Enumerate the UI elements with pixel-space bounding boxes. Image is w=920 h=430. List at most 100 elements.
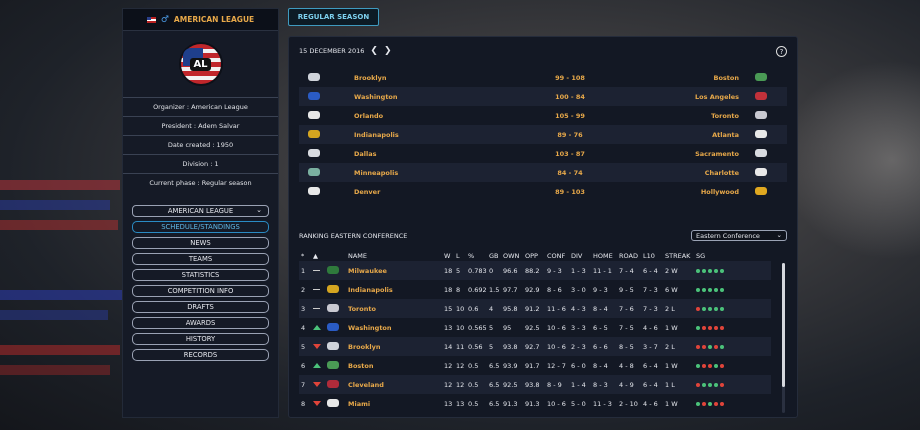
streak-cell: 1 W	[665, 361, 678, 370]
header-name[interactable]: NAME	[348, 252, 444, 260]
away-team-name[interactable]: Boston	[630, 74, 755, 82]
conference-select[interactable]: Eastern Conference ⌄	[691, 230, 787, 241]
home-team-name[interactable]: Brooklyn	[330, 74, 510, 82]
nav-news-button[interactable]: NEWS	[132, 237, 269, 249]
own-cell: 96.6	[503, 266, 518, 275]
away-team-name[interactable]: Toronto	[630, 112, 755, 120]
away-team-name[interactable]: Charlotte	[630, 169, 755, 177]
road-cell: 2 - 10	[619, 399, 638, 408]
game-row[interactable]: Denver 89 - 103 Hollywood	[299, 182, 787, 201]
table-row[interactable]: 4 Washington 13 10 0.565 5 95 92.5 10 - 6 3 - 3 6 …	[299, 318, 771, 337]
loss-dot-icon	[708, 325, 712, 330]
own-cell: 95	[503, 323, 512, 332]
header-div[interactable]: DIV	[571, 252, 593, 260]
nav-schedule-standings-button[interactable]: SCHEDULE/STANDINGS	[132, 221, 269, 233]
away-team-name[interactable]: Atlanta	[630, 131, 755, 139]
nav-records-button[interactable]: RECORDS	[132, 349, 269, 361]
home-team-name[interactable]: Indianapolis	[330, 131, 510, 139]
table-row[interactable]: 1 Milwaukee 18 5 0.783 0 96.6 88.2 9 - 3 1 - 3 11 …	[299, 261, 771, 280]
nav-statistics-button[interactable]: STATISTICS	[132, 269, 269, 281]
game-score[interactable]: 103 - 87	[510, 150, 630, 158]
nav-teams-button[interactable]: TEAMS	[132, 253, 269, 265]
header-own[interactable]: OWN	[503, 252, 525, 260]
table-row[interactable]: 8 Miami 13 13 0.5 6.5 91.3 91.3 10 - 65 - 0 11 - …	[299, 394, 771, 413]
header-home[interactable]: HOME	[593, 252, 619, 260]
table-row[interactable]: 3 Toronto 15 10 0.6 4 95.8 91.2 11 - 6 4 - 3 8 - 4…	[299, 299, 771, 318]
header-conf[interactable]: CONF	[547, 252, 571, 260]
header-l10[interactable]: L10	[643, 252, 665, 260]
help-icon[interactable]: ?	[776, 46, 787, 57]
team-name-cell[interactable]: Indianapolis	[348, 286, 444, 294]
team-name-cell[interactable]: Brooklyn	[348, 343, 444, 351]
away-team-logo-icon	[755, 129, 775, 140]
game-row[interactable]: Washington 100 - 84 Los Angeles	[299, 87, 787, 106]
game-score[interactable]: 84 - 74	[510, 169, 630, 177]
away-team-logo-icon	[755, 72, 775, 83]
home-team-name[interactable]: Washington	[330, 93, 510, 101]
game-score[interactable]: 105 - 99	[510, 112, 630, 120]
header-w[interactable]: W	[444, 252, 456, 260]
header-rank[interactable]: *	[299, 252, 313, 260]
nav-history-button[interactable]: HISTORY	[132, 333, 269, 345]
away-team-name[interactable]: Hollywood	[630, 188, 755, 196]
loss-dot-icon	[702, 325, 706, 330]
header-streak[interactable]: STREAK	[665, 252, 696, 260]
nav-competition-info-button[interactable]: COMPETITION INFO	[132, 285, 269, 297]
game-row[interactable]: Dallas 103 - 87 Sacramento	[299, 144, 787, 163]
game-row[interactable]: Brooklyn 99 - 108 Boston	[299, 68, 787, 87]
regular-season-tab[interactable]: REGULAR SEASON	[288, 8, 379, 26]
team-name-cell[interactable]: Miami	[348, 400, 444, 408]
game-row[interactable]: Minneapolis 84 - 74 Charlotte	[299, 163, 787, 182]
team-name-cell[interactable]: Cleveland	[348, 381, 444, 389]
header-sg[interactable]: SG	[696, 252, 736, 260]
rank-cell: 1	[301, 266, 306, 275]
home-team-name[interactable]: Orlando	[330, 112, 510, 120]
league-select[interactable]: AMERICAN LEAGUE ⌄	[132, 205, 269, 217]
table-row[interactable]: 2 Indianapolis 18 8 0.692 1.5 97.7 92.9 8 - 6 3 -…	[299, 280, 771, 299]
opp-cell: 92.5	[525, 323, 540, 332]
w-cell: 12	[444, 380, 453, 389]
table-row[interactable]: 6 Boston 12 12 0.5 6.5 93.9 91.7 12 - 76 - 08 - …	[299, 356, 771, 375]
header-road[interactable]: ROAD	[619, 252, 643, 260]
current-date: 15 DECEMBER 2016	[299, 47, 365, 55]
team-name-cell[interactable]: Milwaukee	[348, 267, 444, 275]
header-gb[interactable]: GB	[489, 252, 503, 260]
game-score[interactable]: 99 - 108	[510, 74, 630, 82]
table-row[interactable]: 5 Brooklyn 14 11 0.56 5 93.8 92.7 10 - 6 2 - 3 6 -…	[299, 337, 771, 356]
team-logo-icon	[327, 360, 348, 371]
home-team-name[interactable]: Denver	[330, 188, 510, 196]
standings-scrollbar[interactable]	[782, 263, 785, 413]
opp-cell: 91.2	[525, 304, 540, 313]
game-score[interactable]: 89 - 103	[510, 188, 630, 196]
previous-day-arrow-icon[interactable]: ❮	[370, 46, 378, 56]
gb-cell: 6.5	[489, 399, 500, 408]
pct-cell: 0.56	[468, 342, 483, 351]
team-name-cell[interactable]: Washington	[348, 324, 444, 332]
win-dot-icon	[720, 268, 724, 273]
chevron-down-icon: ⌄	[256, 206, 262, 214]
conf-cell: 10 - 6	[547, 342, 566, 351]
nav-drafts-button[interactable]: DRAFTS	[132, 301, 269, 313]
header-opp[interactable]: OPP	[525, 252, 547, 260]
home-team-name[interactable]: Dallas	[330, 150, 510, 158]
scrollbar-thumb[interactable]	[782, 263, 785, 387]
home-team-name[interactable]: Minneapolis	[330, 169, 510, 177]
game-row[interactable]: Indianapolis 89 - 76 Atlanta	[299, 125, 787, 144]
game-row[interactable]: Orlando 105 - 99 Toronto	[299, 106, 787, 125]
l-cell: 12	[456, 380, 465, 389]
nav-awards-button[interactable]: AWARDS	[132, 317, 269, 329]
team-name-cell[interactable]: Toronto	[348, 305, 444, 313]
away-team-name[interactable]: Los Angeles	[630, 93, 755, 101]
header-l[interactable]: L	[456, 252, 468, 260]
road-cell: 4 - 8	[619, 361, 634, 370]
table-row[interactable]: 7 Cleveland 12 12 0.5 6.5 92.5 93.8 8 - 91 - 48 …	[299, 375, 771, 394]
game-score[interactable]: 100 - 84	[510, 93, 630, 101]
header-pct[interactable]: %	[468, 252, 489, 260]
l10-cell: 6 - 4	[643, 380, 658, 389]
sort-asc-icon[interactable]: ▲	[313, 252, 327, 260]
away-team-name[interactable]: Sacramento	[630, 150, 755, 158]
pct-cell: 0.783	[468, 266, 487, 275]
game-score[interactable]: 89 - 76	[510, 131, 630, 139]
next-day-arrow-icon[interactable]: ❯	[384, 46, 392, 56]
team-name-cell[interactable]: Boston	[348, 362, 444, 370]
